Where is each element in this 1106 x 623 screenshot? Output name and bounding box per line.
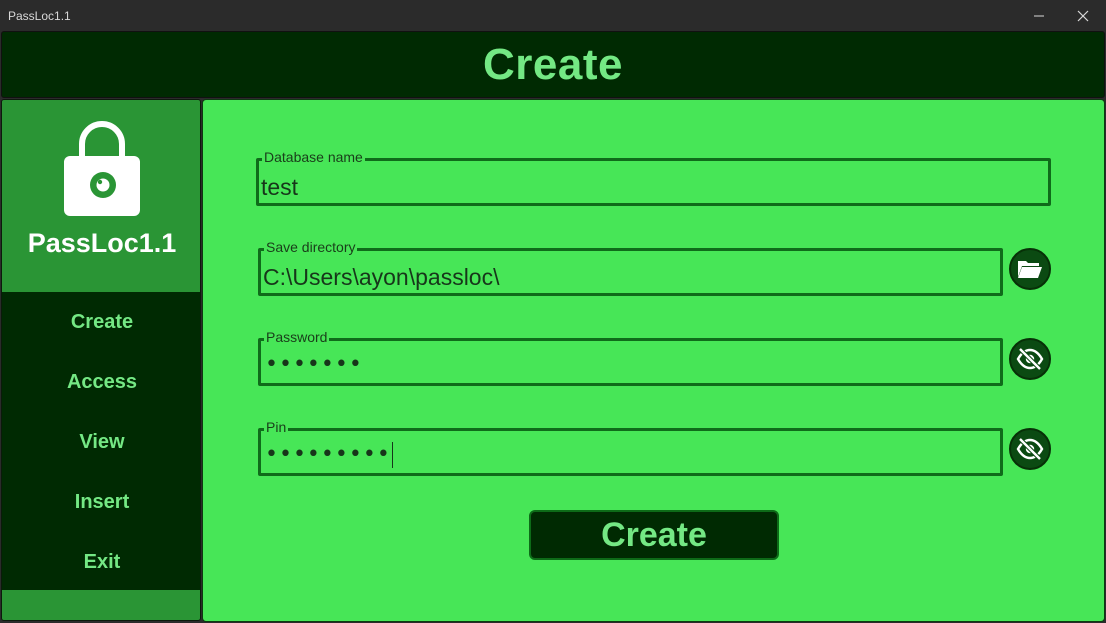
sidebar-item-exit[interactable]: Exit [2,532,200,592]
lock-icon [64,121,140,216]
browse-folder-button[interactable] [1009,248,1051,290]
sidebar-footer-strip [2,590,200,620]
eye-off-icon [1016,438,1044,460]
save-directory-input[interactable]: C:\Users\ayon\passloc\ [263,264,499,291]
sidebar-item-access[interactable]: Access [2,352,200,412]
page-header: Create [1,31,1105,98]
save-directory-label: Save directory [264,239,358,255]
sidebar-item-view[interactable]: View [2,412,200,472]
brand-panel: PassLoc1.1 [2,100,200,292]
eye-off-icon [1016,348,1044,370]
database-name-label: Database name [262,149,365,165]
save-directory-field[interactable]: Save directory C:\Users\ayon\passloc\ [258,239,1003,296]
brand-name: PassLoc1.1 [27,228,177,258]
close-button[interactable] [1060,0,1106,31]
pin-field[interactable]: Pin ••••••••• [258,419,1003,476]
window-title: PassLoc1.1 [8,9,71,23]
create-button[interactable]: Create [529,510,779,560]
page-title: Create [483,39,623,89]
database-name-field[interactable]: Database name test [256,149,1051,206]
sidebar-item-create[interactable]: Create [2,292,200,352]
pin-input[interactable]: ••••••••• [265,442,393,468]
pin-masked-value: ••••••••• [265,442,391,467]
pin-label: Pin [264,419,289,435]
folder-open-icon [1018,261,1042,278]
database-name-input[interactable]: test [261,174,298,201]
window-titlebar: PassLoc1.1 [0,0,1106,31]
password-field[interactable]: Password ••••••• [258,329,1003,386]
sidebar-item-insert[interactable]: Insert [2,472,200,532]
sidebar: PassLoc1.1 Create Access View Insert Exi… [1,99,201,621]
minimize-button[interactable] [1016,0,1062,31]
text-caret [391,442,393,468]
toggle-password-visibility-button[interactable] [1009,338,1051,380]
create-form-panel: Database name test Save directory C:\Use… [202,99,1105,622]
close-icon [1077,10,1089,21]
toggle-pin-visibility-button[interactable] [1009,428,1051,470]
password-input[interactable]: ••••••• [265,352,363,377]
minimize-icon [1034,15,1044,16]
password-label: Password [264,329,330,345]
